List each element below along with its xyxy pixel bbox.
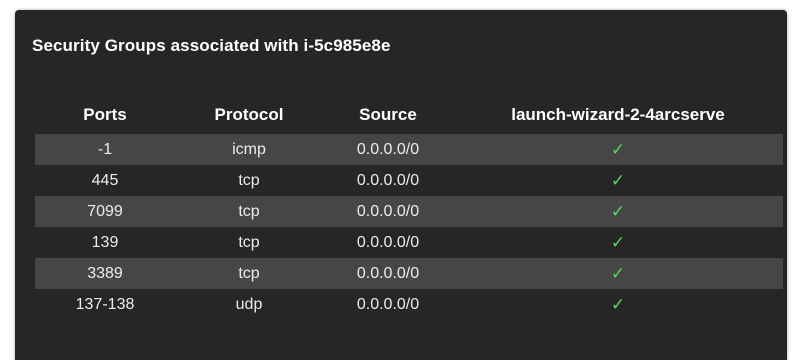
- check-icon: ✓: [610, 232, 626, 252]
- cell-source: 0.0.0.0/0: [356, 233, 420, 251]
- check-icon: ✓: [610, 201, 626, 221]
- table-row: -1 icmp 0.0.0.0/0 ✓: [35, 134, 783, 165]
- column-header-security-group: launch-wizard-2-4arcserve: [511, 105, 725, 124]
- column-header-ports: Ports: [83, 105, 127, 124]
- security-groups-table: Ports Protocol Source launch-wizard-2-4a…: [35, 96, 783, 320]
- cell-group-membership: ✓: [453, 227, 783, 258]
- check-icon: ✓: [610, 139, 626, 159]
- cell-protocol: tcp: [175, 196, 323, 227]
- cell-group-membership: ✓: [453, 165, 783, 196]
- column-header-protocol: Protocol: [214, 105, 284, 124]
- cell-ports: 137-138: [75, 295, 135, 313]
- cell-group-membership: ✓: [453, 258, 783, 289]
- cell-ports: 7099: [35, 196, 175, 227]
- table-row: 7099 tcp 0.0.0.0/0 ✓: [35, 196, 783, 227]
- cell-protocol: icmp: [175, 134, 323, 165]
- cell-ports: 3389: [35, 258, 175, 289]
- cell-protocol: tcp: [238, 233, 260, 251]
- cell-protocol: udp: [235, 295, 263, 313]
- check-icon: ✓: [610, 263, 626, 283]
- cell-source: 0.0.0.0/0: [323, 258, 453, 289]
- check-icon: ✓: [610, 170, 626, 190]
- table-row: 137-138 udp 0.0.0.0/0 ✓: [35, 289, 783, 320]
- security-groups-panel: Security Groups associated with i-5c985e…: [15, 10, 787, 360]
- cell-protocol: tcp: [175, 258, 323, 289]
- cell-ports: -1: [35, 134, 175, 165]
- table-header-row: Ports Protocol Source launch-wizard-2-4a…: [35, 96, 783, 134]
- cell-source: 0.0.0.0/0: [323, 196, 453, 227]
- panel-title: Security Groups associated with i-5c985e…: [32, 36, 391, 55]
- cell-source: 0.0.0.0/0: [356, 171, 420, 189]
- cell-group-membership: ✓: [453, 289, 783, 320]
- table-row: 139 tcp 0.0.0.0/0 ✓: [35, 227, 783, 258]
- cell-source: 0.0.0.0/0: [323, 134, 453, 165]
- cell-group-membership: ✓: [453, 134, 783, 165]
- cell-group-membership: ✓: [453, 196, 783, 227]
- check-icon: ✓: [610, 294, 626, 314]
- table-row: 3389 tcp 0.0.0.0/0 ✓: [35, 258, 783, 289]
- cell-ports: 445: [91, 171, 119, 189]
- cell-ports: 139: [91, 233, 119, 251]
- cell-protocol: tcp: [238, 171, 260, 189]
- table-row: 445 tcp 0.0.0.0/0 ✓: [35, 165, 783, 196]
- column-header-source: Source: [359, 105, 417, 124]
- cell-source: 0.0.0.0/0: [356, 295, 420, 313]
